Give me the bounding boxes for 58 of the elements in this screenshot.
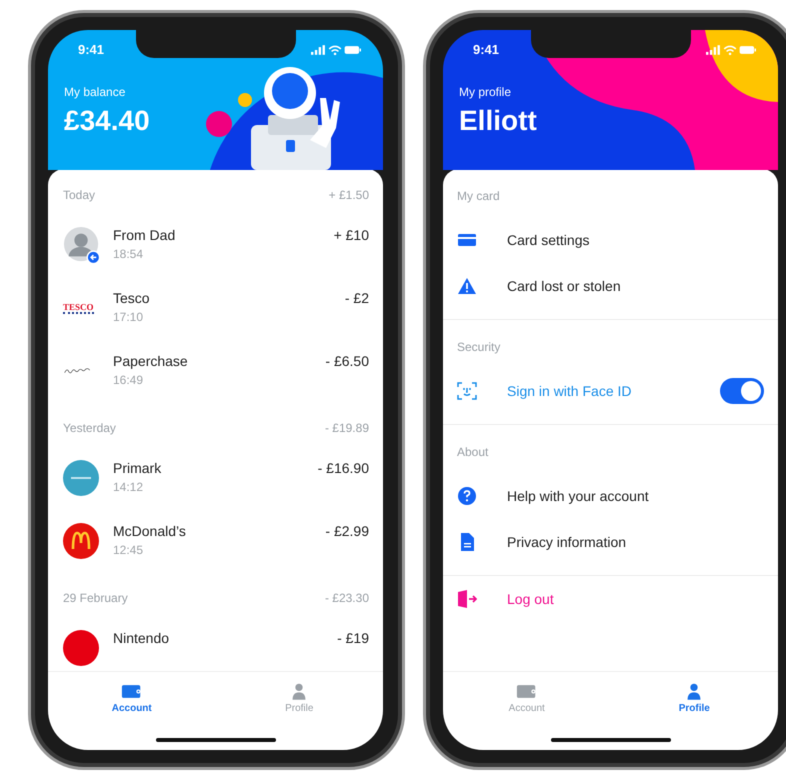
menu-item[interactable]: Log out <box>507 591 764 607</box>
transaction-amount: - £19 <box>337 630 369 646</box>
status-time: 9:41 <box>78 42 104 57</box>
balance-amount: £34.40 <box>64 105 150 137</box>
status-icons <box>706 44 756 56</box>
transaction-name: From Dad <box>113 227 176 243</box>
transaction-amount: - £16.90 <box>318 460 369 476</box>
status-time: 9:41 <box>473 42 500 57</box>
warning-icon <box>457 276 477 296</box>
profile-name: Elliott <box>459 105 537 137</box>
decor-dot <box>238 93 252 107</box>
arches-logo-icon <box>63 523 99 559</box>
transaction-amount: - £6.50 <box>325 353 369 369</box>
transaction-name: Primark <box>113 460 162 476</box>
transaction-time: 18:54 <box>113 247 144 261</box>
header-label: My profile <box>459 85 512 99</box>
date-heading: Yesterday <box>63 421 116 435</box>
transaction-name: Paperchase <box>113 353 189 369</box>
account-tab[interactable]: Account <box>443 672 610 724</box>
day-total: - £23.30 <box>324 591 369 605</box>
section-heading: Security <box>457 340 500 354</box>
transaction-time: 16:49 <box>113 373 144 387</box>
date-heading: 29 February <box>63 591 128 605</box>
menu-item[interactable]: Card lost or stolen <box>507 278 764 294</box>
transaction-name: McDonald’s <box>113 523 187 539</box>
transaction-time: 12:45 <box>113 543 144 557</box>
store-logo-icon <box>63 630 99 666</box>
transaction-time: 14:12 <box>113 480 144 494</box>
menu-item[interactable]: Privacy information <box>507 534 764 550</box>
header-label: My balance <box>64 85 126 99</box>
transaction-amount: - £2 <box>344 290 369 306</box>
transaction-time: 17:10 <box>113 310 144 324</box>
wallet-icon <box>516 682 538 700</box>
transaction-amount: - £2.99 <box>325 523 369 539</box>
profile-tab[interactable]: Profile <box>216 672 383 724</box>
store-logo: TESCO <box>63 302 94 314</box>
menu-item[interactable]: Card settings <box>507 232 764 248</box>
menu-item[interactable]: Help with your account <box>507 488 764 504</box>
status-icons <box>311 44 361 56</box>
section-heading: My card <box>457 189 500 203</box>
avatar-icon <box>63 226 101 264</box>
transaction-name: Tesco <box>113 290 151 306</box>
help-icon <box>457 486 477 506</box>
account-tab[interactable]: Account <box>48 672 216 724</box>
decor-dot <box>206 111 232 137</box>
transaction-amount: + £10 <box>334 227 369 243</box>
day-total: - £19.89 <box>324 421 369 435</box>
face-id-icon <box>457 381 477 401</box>
store-logo-icon <box>63 460 99 496</box>
wallet-icon <box>120 682 143 700</box>
day-total: + £1.50 <box>328 188 369 202</box>
menu-item[interactable]: Sign in with Face ID <box>507 383 720 399</box>
profile-tab[interactable]: Profile <box>610 672 778 724</box>
date-heading: Today <box>63 188 96 202</box>
toggle-switch[interactable] <box>720 378 764 404</box>
section-heading: About <box>457 445 488 459</box>
logout-icon <box>457 589 477 609</box>
transaction-name: Nintendo <box>113 630 170 646</box>
